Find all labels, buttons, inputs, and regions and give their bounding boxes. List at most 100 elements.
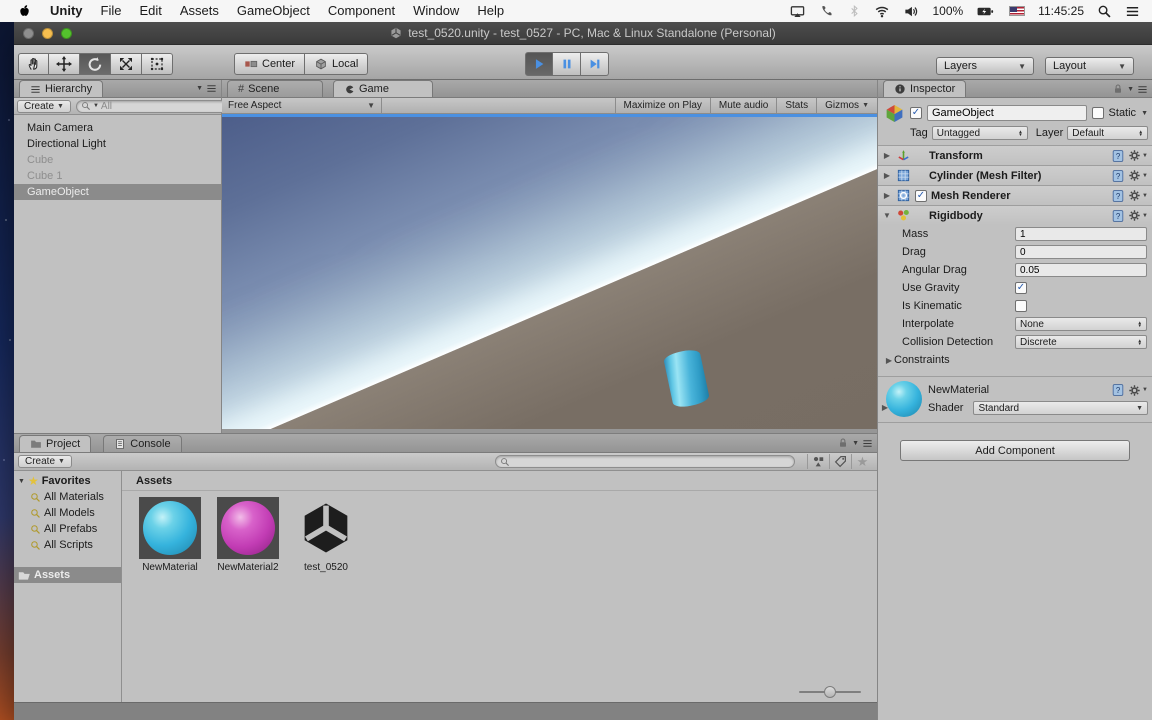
help-icon[interactable]	[1111, 383, 1125, 397]
window-titlebar[interactable]: test_0520.unity - test_0527 - PC, Mac & …	[14, 22, 1152, 45]
menubar-clock[interactable]: 11:45:25	[1038, 4, 1084, 18]
search-by-label-button[interactable]	[829, 454, 851, 469]
tree-assets-folder[interactable]: Assets	[14, 567, 121, 583]
menu-file[interactable]: File	[92, 0, 131, 22]
tab-inspector[interactable]: Inspector	[883, 80, 967, 97]
help-icon[interactable]	[1111, 149, 1125, 163]
mesh-renderer-header[interactable]: ▶ ✓ Mesh Renderer ▼	[878, 186, 1152, 205]
hierarchy-search-input[interactable]	[100, 100, 233, 112]
project-search-input[interactable]	[512, 456, 790, 467]
layout-dropdown[interactable]: Layout ▼	[1045, 57, 1134, 75]
hierarchy-panel-menu[interactable]: ▼	[196, 83, 217, 94]
is-kinematic-checkbox[interactable]: ✓	[1015, 300, 1027, 312]
layer-dropdown[interactable]: Default ▲ ▼	[1067, 126, 1148, 140]
thumbnail-zoom-slider[interactable]	[799, 685, 861, 699]
gear-icon[interactable]	[1128, 149, 1141, 162]
tree-all-prefabs[interactable]: All Prefabs	[14, 521, 121, 537]
move-tool-button[interactable]	[49, 53, 80, 75]
transform-header[interactable]: ▶ Transform ▼	[878, 146, 1152, 165]
gear-icon[interactable]	[1128, 169, 1141, 182]
hierarchy-search[interactable]: ▼	[75, 99, 238, 113]
save-search-button[interactable]: ★	[851, 454, 873, 469]
tree-all-models[interactable]: All Models	[14, 505, 121, 521]
spotlight-search-icon[interactable]	[1097, 4, 1112, 19]
scale-tool-button[interactable]	[111, 53, 142, 75]
hierarchy-item-directional-light[interactable]: Directional Light	[14, 136, 221, 152]
tree-all-scripts[interactable]: All Scripts	[14, 537, 121, 553]
hierarchy-item-gameobject[interactable]: GameObject	[14, 184, 221, 200]
close-button[interactable]	[23, 28, 34, 39]
apple-menu[interactable]	[8, 4, 41, 19]
search-by-type-button[interactable]	[807, 454, 829, 469]
disclosure-triangle[interactable]: ▶	[882, 191, 892, 200]
project-create-button[interactable]: Create ▼	[18, 455, 72, 468]
disclosure-triangle[interactable]: ▼	[882, 211, 892, 220]
disclosure-triangle[interactable]: ▶	[880, 403, 890, 412]
hierarchy-create-button[interactable]: Create ▼	[17, 99, 71, 113]
input-language-flag[interactable]	[1009, 6, 1026, 16]
step-button[interactable]	[581, 52, 609, 76]
rect-tool-button[interactable]	[142, 53, 173, 75]
notification-center-icon[interactable]	[1125, 4, 1140, 19]
active-checkbox[interactable]: ✓	[910, 107, 922, 119]
pivot-toggle-button[interactable]: Center	[234, 53, 306, 75]
disclosure-triangle[interactable]: ▼	[18, 478, 25, 485]
inspector-panel-menu[interactable]: ▼	[1112, 83, 1148, 95]
gameobject-name-field[interactable]	[927, 105, 1087, 121]
mass-field[interactable]	[1015, 227, 1147, 241]
asset-test-0520-scene[interactable]: test_0520	[295, 497, 357, 573]
mesh-renderer-enabled-checkbox[interactable]: ✓	[915, 189, 927, 202]
gear-icon[interactable]	[1128, 189, 1141, 202]
tab-hierarchy[interactable]: Hierarchy	[19, 80, 104, 97]
tree-favorites[interactable]: ▼ ★ Favorites	[14, 473, 121, 489]
menu-help[interactable]: Help	[468, 0, 513, 22]
drag-field[interactable]	[1015, 245, 1147, 259]
constraints-row[interactable]: ▶ Constraints	[878, 351, 1152, 369]
static-checkbox[interactable]: ✓	[1091, 107, 1104, 119]
hierarchy-item-cube[interactable]: Cube	[14, 152, 221, 168]
pause-button[interactable]	[553, 52, 581, 76]
gear-icon[interactable]	[1128, 384, 1141, 397]
tab-game[interactable]: Game	[333, 80, 433, 97]
tab-console[interactable]: Console	[103, 435, 182, 452]
asset-newmaterial[interactable]: NewMaterial	[139, 497, 201, 573]
tree-all-materials[interactable]: All Materials	[14, 489, 121, 505]
volume-icon[interactable]	[903, 4, 919, 19]
phone-icon[interactable]	[819, 4, 835, 19]
disclosure-triangle[interactable]: ▶	[882, 171, 892, 180]
use-gravity-checkbox[interactable]: ✓	[1015, 282, 1027, 294]
menu-edit[interactable]: Edit	[130, 0, 170, 22]
wifi-icon[interactable]	[874, 4, 890, 19]
mute-audio-button[interactable]: Mute audio	[709, 97, 776, 114]
menu-gameobject[interactable]: GameObject	[228, 0, 319, 22]
zoom-button[interactable]	[61, 28, 72, 39]
tab-scene[interactable]: # Scene	[227, 80, 323, 97]
help-icon[interactable]	[1111, 209, 1125, 223]
menu-assets[interactable]: Assets	[171, 0, 228, 22]
hierarchy-item-main-camera[interactable]: Main Camera	[14, 120, 221, 136]
play-button[interactable]	[525, 52, 553, 76]
battery-icon[interactable]	[976, 4, 996, 19]
rotate-tool-button[interactable]	[80, 53, 111, 75]
interpolate-dropdown[interactable]: None ▲ ▼	[1015, 317, 1147, 331]
layers-dropdown[interactable]: Layers ▼	[936, 57, 1034, 75]
game-render-area[interactable]	[222, 117, 877, 429]
menu-window[interactable]: Window	[404, 0, 468, 22]
disclosure-triangle[interactable]: ▶	[882, 151, 892, 160]
gear-icon[interactable]	[1128, 209, 1141, 222]
slider-thumb[interactable]	[824, 686, 836, 698]
mesh-filter-header[interactable]: ▶ Cylinder (Mesh Filter) ▼	[878, 166, 1152, 185]
gizmos-dropdown[interactable]: Gizmos ▼	[816, 97, 877, 114]
help-icon[interactable]	[1111, 189, 1125, 203]
hierarchy-item-cube-1[interactable]: Cube 1	[14, 168, 221, 184]
rigidbody-header[interactable]: ▼ Rigidbody ▼	[878, 206, 1152, 225]
project-panel-menu[interactable]: ▼	[837, 437, 873, 449]
airplay-display-icon[interactable]	[789, 4, 806, 19]
aspect-dropdown[interactable]: Free Aspect ▼	[222, 97, 382, 114]
angular-drag-field[interactable]	[1015, 263, 1147, 277]
tag-dropdown[interactable]: Untagged ▲ ▼	[931, 126, 1028, 140]
bluetooth-icon[interactable]	[848, 4, 861, 18]
space-toggle-button[interactable]: Local	[305, 53, 369, 75]
help-icon[interactable]	[1111, 169, 1125, 183]
minimize-button[interactable]	[42, 28, 53, 39]
